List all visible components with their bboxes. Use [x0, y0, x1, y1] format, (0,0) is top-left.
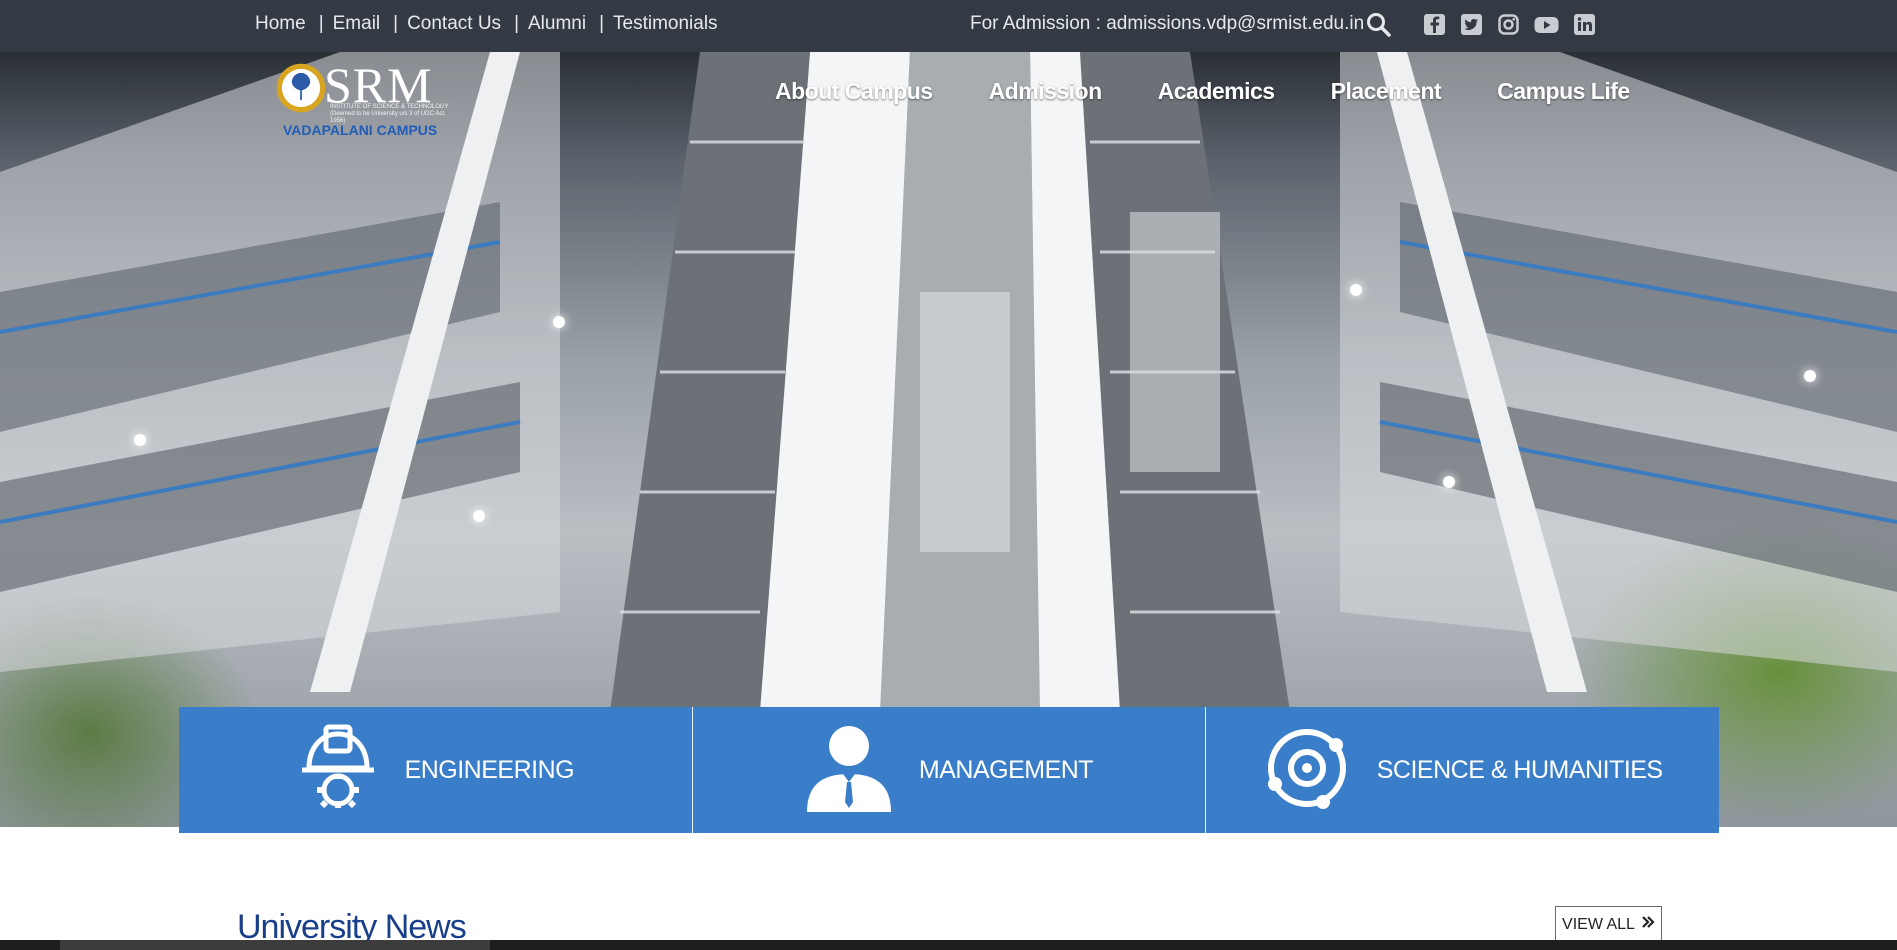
view-all-label: VIEW ALL [1562, 915, 1635, 933]
category-label: SCIENCE & HUMANITIES [1376, 755, 1663, 784]
nav-placement[interactable]: Placement [1331, 78, 1442, 105]
logo-campus: VADAPALANI CAMPUS [283, 122, 438, 138]
category-label: ENGINEERING [404, 755, 575, 784]
top-link-home[interactable]: Home [255, 13, 306, 35]
separator: | [393, 13, 399, 34]
engineering-helmet-gear-icon [297, 724, 379, 817]
nav-about-campus[interactable]: About Campus [775, 78, 933, 105]
category-label: MANAGEMENT [918, 755, 1094, 784]
top-link-contact-us[interactable]: Contact Us [407, 13, 501, 35]
linkedin-icon[interactable] [1572, 12, 1597, 37]
admission-contact[interactable]: For Admission : admissions.vdp@srmist.ed… [970, 13, 1364, 35]
double-chevron-right-icon [1641, 915, 1655, 934]
facebook-icon[interactable] [1422, 12, 1447, 37]
nav-academics[interactable]: Academics [1158, 78, 1275, 105]
top-link-alumni[interactable]: Alumni [528, 13, 586, 35]
main-nav: About Campus Admission Academics Placeme… [775, 78, 1630, 105]
category-engineering[interactable]: ENGINEERING [179, 707, 693, 833]
srm-emblem-icon[interactable] [275, 62, 327, 114]
twitter-icon[interactable] [1459, 12, 1484, 37]
category-science-humanities[interactable]: SCIENCE & HUMANITIES [1206, 707, 1719, 833]
nav-campus-life[interactable]: Campus Life [1497, 78, 1630, 105]
category-bar: ENGINEERING MANAGEMENT SCIENCE & HUMANIT… [179, 707, 1719, 833]
nav-admission[interactable]: Admission [989, 78, 1103, 105]
separator: | [318, 13, 324, 34]
instagram-icon[interactable] [1496, 12, 1521, 37]
atom-orbit-icon [1263, 724, 1351, 817]
search-icon[interactable] [1366, 12, 1392, 38]
taskbar-window-tab[interactable] [60, 940, 490, 950]
top-links: Home | Email | Contact Us | Alumni | Tes… [255, 13, 718, 35]
businessman-icon [805, 724, 893, 817]
top-link-email[interactable]: Email [333, 13, 381, 35]
view-all-button[interactable]: VIEW ALL [1555, 906, 1662, 943]
top-link-testimonials[interactable]: Testimonials [613, 13, 718, 35]
separator: | [599, 13, 605, 34]
social-links [1422, 12, 1597, 37]
separator: | [514, 13, 519, 34]
youtube-icon[interactable] [1533, 12, 1560, 37]
category-management[interactable]: MANAGEMENT [693, 707, 1207, 833]
top-bar: Home | Email | Contact Us | Alumni | Tes… [0, 0, 1897, 52]
